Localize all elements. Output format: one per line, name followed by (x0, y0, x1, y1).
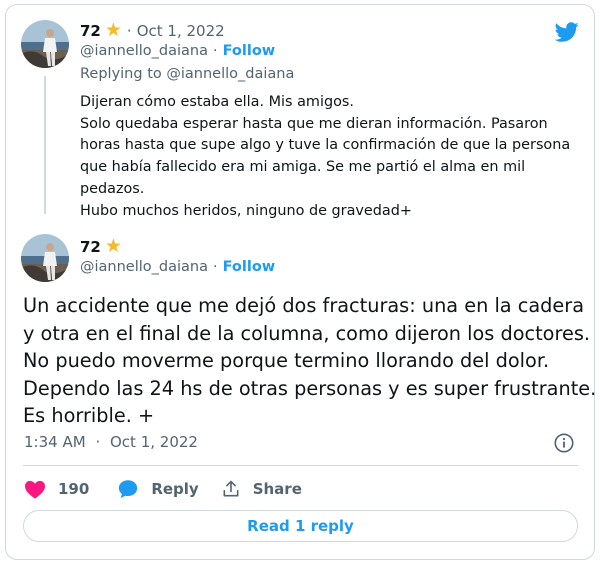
text-line: pedazos. (80, 180, 145, 197)
text-line: Solo quedaba esperar hasta que me dieran… (80, 115, 548, 132)
text-line: Dijeran cómo estaba ella. Mis amigos. (80, 94, 354, 110)
heart-icon (25, 480, 45, 499)
text-line: horas hasta que supe algo y tuve la conf… (80, 137, 571, 154)
main-author-row: 72 ★ (80, 237, 122, 256)
action-bar: 190 Reply Share (24, 477, 322, 501)
divider (23, 465, 578, 466)
separator-dot: · (126, 21, 132, 40)
share-button[interactable]: Share (221, 479, 302, 499)
twitter-bird-icon[interactable] (555, 20, 579, 44)
text-line: Dependo las 24 hs de otras personas y es… (23, 376, 597, 400)
author-handle[interactable]: @iannello_daiana (80, 43, 208, 59)
speech-bubble-icon (119, 480, 138, 498)
reply-tweet-text: Dijeran cómo estaba ella. Mis amigos. So… (80, 92, 580, 222)
avatar[interactable] (21, 234, 69, 282)
reply-button[interactable]: Reply (117, 478, 199, 500)
replying-to: Replying to @iannello_daiana (80, 66, 294, 82)
text-line: que había fallecido era mi amiga. Se me … (80, 159, 526, 176)
text-line: No puedo moverme porque termino llorando… (23, 349, 550, 372)
main-handle-row: @iannello_daiana · Follow (80, 259, 275, 275)
reply-author-row: 72 ★ · Oct 1, 2022 (80, 21, 225, 40)
read-replies-button[interactable]: Read 1 reply (23, 510, 578, 542)
reply-label: Reply (151, 480, 199, 498)
text-line: Es horrible. + (23, 404, 155, 427)
like-button[interactable]: 190 (24, 479, 89, 499)
follow-button[interactable]: Follow (223, 43, 276, 59)
reply-handle-row: @iannello_daiana · Follow (80, 43, 275, 59)
tweet-date: Oct 1, 2022 (110, 433, 198, 451)
thread-connector-line (44, 76, 46, 214)
share-label: Share (252, 480, 302, 498)
separator-dot: · (95, 433, 101, 451)
tweet-date[interactable]: Oct 1, 2022 (137, 22, 225, 40)
follow-button[interactable]: Follow (223, 259, 276, 275)
text-line: Un accidente que me dejó dos fracturas: … (23, 294, 585, 317)
separator-dot: · (212, 43, 218, 59)
display-name[interactable]: 72 (80, 238, 101, 256)
like-count: 190 (58, 480, 90, 498)
avatar[interactable] (21, 20, 69, 68)
text-line: Hubo muchos heridos, ninguno de gravedad… (80, 202, 412, 219)
tweet-timestamp[interactable]: 1:34 AM · Oct 1, 2022 (24, 433, 198, 451)
separator-dot: · (212, 259, 218, 275)
tweet-time: 1:34 AM (24, 433, 86, 451)
text-line: y otra en el final de la columna, como d… (23, 321, 591, 345)
display-name[interactable]: 72 (80, 22, 101, 40)
replying-to-handle[interactable]: @iannello_daiana (166, 66, 294, 82)
star-icon: ★ (104, 19, 122, 41)
info-icon[interactable] (553, 432, 575, 454)
replying-to-prefix: Replying to (80, 66, 162, 82)
author-handle[interactable]: @iannello_daiana (80, 259, 208, 275)
main-tweet-text: Un accidente que me dejó dos fracturas: … (23, 292, 597, 430)
read-replies-label: Read 1 reply (247, 517, 354, 535)
star-icon: ★ (104, 235, 122, 257)
share-upload-icon (223, 480, 239, 497)
